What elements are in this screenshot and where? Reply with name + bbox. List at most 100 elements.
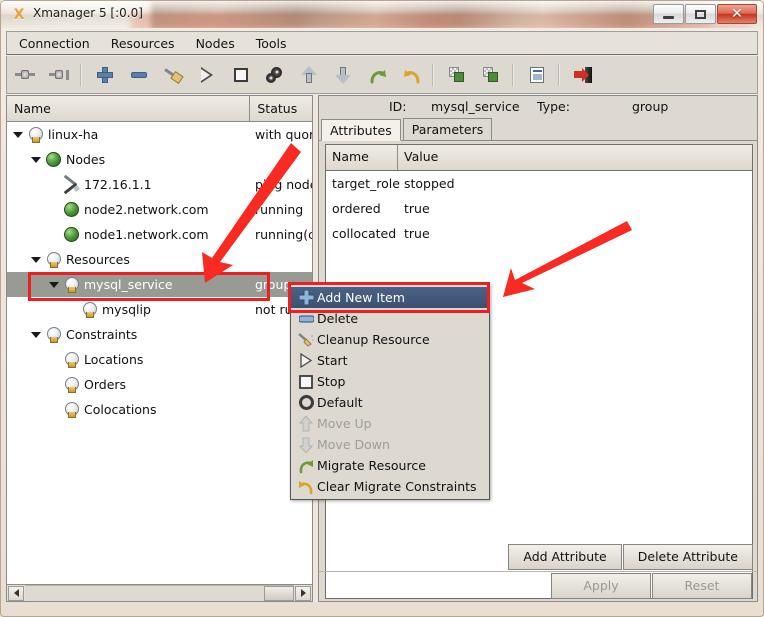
add-attribute-button[interactable]: Add Attribute	[508, 544, 622, 570]
tree-twisty-spacer	[47, 197, 61, 222]
start-icon	[201, 66, 213, 83]
table-row[interactable]: collocated true	[326, 221, 752, 246]
default-icon	[266, 66, 284, 83]
toolbar-cleanup-button[interactable]	[157, 59, 189, 91]
toolbar-migrate-button[interactable]	[361, 59, 393, 91]
type-label: Type:	[537, 99, 570, 114]
tab-parameters[interactable]: Parameters	[402, 118, 493, 140]
tree-row-status: with quor	[255, 127, 312, 142]
toolbar-remove-button[interactable]	[123, 59, 155, 91]
tree-row[interactable]: node2.network.com running	[7, 197, 312, 222]
attributes-table-body[interactable]: target_role stopped ordered true collocated t…	[326, 171, 752, 246]
menu-connection[interactable]: Connection	[10, 33, 99, 54]
report-icon	[530, 66, 544, 83]
tree-row[interactable]: Colocations	[7, 397, 312, 422]
toolbar-move-up-button[interactable]	[293, 59, 325, 91]
maximize-button[interactable]	[685, 4, 716, 24]
reset-button[interactable]: Reset	[652, 573, 752, 599]
type-value: group	[632, 99, 669, 114]
context-menu-item[interactable]: Delete	[291, 308, 489, 329]
toolbar-start-button[interactable]	[191, 59, 223, 91]
arrow-up-icon	[295, 413, 317, 434]
context-menu-item[interactable]: Start	[291, 350, 489, 371]
chevron-down-icon[interactable]	[29, 147, 43, 172]
tree-column-status[interactable]: Status	[250, 96, 312, 121]
tree-row[interactable]: Locations	[7, 347, 312, 372]
tree-row[interactable]: mysql_service group	[7, 272, 312, 297]
toolbar-clear-migrate-button[interactable]	[395, 59, 427, 91]
toolbar-default-button[interactable]	[259, 59, 291, 91]
tree-row[interactable]: Nodes	[7, 147, 312, 172]
details-tabs: Attributes Parameters	[319, 117, 757, 141]
xmanager-icon: X	[13, 7, 25, 23]
tree-row[interactable]: 172.16.1.1 ping node	[7, 172, 312, 197]
toolbar-move-down-button[interactable]	[327, 59, 359, 91]
toolbar-add-button[interactable]	[89, 59, 121, 91]
close-button[interactable]: ✕	[717, 4, 757, 24]
tree-row[interactable]: linux-ha with quor	[7, 122, 312, 147]
toolbar-report-button[interactable]	[521, 59, 553, 91]
context-menu-item[interactable]: Migrate Resource	[291, 455, 489, 476]
tab-attributes[interactable]: Attributes	[321, 119, 401, 141]
chevron-down-icon[interactable]	[11, 122, 25, 147]
id-value: mysql_service	[431, 99, 520, 114]
attribute-name-cell: ordered	[332, 201, 381, 216]
plus-icon	[295, 287, 317, 308]
bulb-icon	[64, 376, 79, 393]
tree-row-status: not ru	[255, 302, 293, 317]
toolbar-stop-button[interactable]	[225, 59, 257, 91]
scroll-thumb[interactable]	[264, 586, 294, 601]
scroll-right-button[interactable]	[295, 585, 311, 601]
tree-horizontal-scrollbar[interactable]	[7, 584, 312, 601]
menu-resources[interactable]: Resources	[102, 33, 184, 54]
attr-column-value[interactable]: Value	[398, 145, 752, 170]
tree-row-icon	[43, 147, 63, 172]
toolbar-copy-button[interactable]	[441, 59, 473, 91]
context-menu-item-label: Migrate Resource	[317, 458, 426, 473]
tree-row[interactable]: Resources	[7, 247, 312, 272]
scroll-left-button[interactable]	[8, 585, 24, 601]
attribute-value-cell: true	[404, 201, 430, 216]
title-bar[interactable]: X Xmanager 5 [:0.0] ✕	[1, 1, 763, 28]
context-menu-item[interactable]: Add New Item	[291, 287, 489, 308]
tree-row[interactable]: mysqlip not ru	[7, 297, 312, 322]
apply-button[interactable]: Apply	[551, 573, 651, 599]
context-menu-item-label: Cleanup Resource	[317, 332, 430, 347]
context-menu-item[interactable]: Default	[291, 392, 489, 413]
context-menu-item-label: Move Up	[317, 416, 372, 431]
table-row[interactable]: target_role stopped	[326, 171, 752, 196]
tree-row[interactable]: Constraints	[7, 322, 312, 347]
tree-body[interactable]: linux-ha with quor Nodes 172.16.1.1 ping nod…	[7, 122, 312, 584]
window-controls: ✕	[652, 4, 757, 24]
delete-attribute-button[interactable]: Delete Attribute	[622, 544, 753, 570]
context-menu-item[interactable]: Cleanup Resource	[291, 329, 489, 350]
chevron-down-icon[interactable]	[47, 272, 61, 297]
scroll-track[interactable]	[25, 585, 294, 601]
context-menu-item-label: Stop	[317, 374, 346, 389]
application-window: X Xmanager 5 [:0.0] ✕ Connection Resourc…	[0, 0, 764, 617]
chevron-down-icon[interactable]	[29, 247, 43, 272]
toolbar-exit-button[interactable]	[567, 59, 599, 91]
context-menu-item: Move Down	[291, 434, 489, 455]
menu-nodes[interactable]: Nodes	[187, 33, 244, 54]
table-row[interactable]: ordered true	[326, 196, 752, 221]
chevron-down-icon[interactable]	[29, 322, 43, 347]
toolbar-disconnect-button[interactable]	[43, 59, 75, 91]
resource-context-menu[interactable]: Add New Item Delete Cleanup Resource Start S…	[290, 284, 490, 500]
tree-twisty-spacer	[47, 222, 61, 247]
tree-row[interactable]: node1.network.com running(c	[7, 222, 312, 247]
remove-icon	[131, 71, 147, 78]
attr-column-name[interactable]: Name	[326, 145, 398, 170]
tree-row[interactable]: Orders	[7, 372, 312, 397]
toolbar-paste-button[interactable]	[475, 59, 507, 91]
menu-tools[interactable]: Tools	[247, 33, 296, 54]
context-menu-item[interactable]: Clear Migrate Constraints	[291, 476, 489, 497]
tree-column-name[interactable]: Name	[7, 96, 251, 121]
context-menu-item[interactable]: Stop	[291, 371, 489, 392]
minimize-button[interactable]	[653, 4, 684, 24]
toolbar-connect-button[interactable]	[9, 59, 41, 91]
